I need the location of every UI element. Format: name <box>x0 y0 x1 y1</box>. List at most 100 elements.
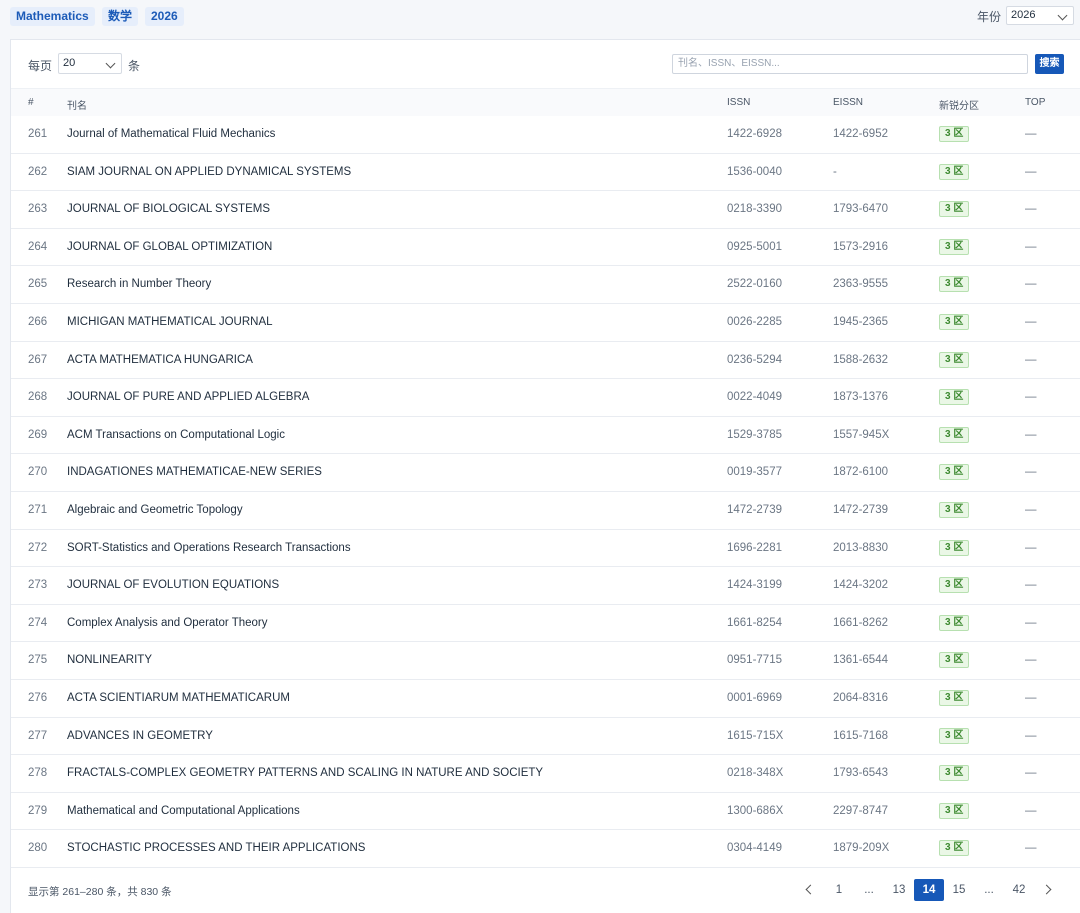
journal-title[interactable]: SORT-Statistics and Operations Research … <box>67 542 351 554</box>
table-header: # 刊名 ISSN EISSN 新锐分区 TOP <box>11 88 1080 116</box>
col-header-issn[interactable]: ISSN <box>727 97 750 108</box>
table-row[interactable]: 267 ACTA MATHEMATICA HUNGARICA 0236-5294 15… <box>11 342 1080 380</box>
eissn-cell: 1945-2365 <box>833 316 888 328</box>
pagination-summary: 显示第 261–280 条，共 830 条 <box>28 886 172 898</box>
issn-cell: 0022-4049 <box>727 391 782 404</box>
journal-title[interactable]: JOURNAL OF PURE AND APPLIED ALGEBRA <box>67 391 309 403</box>
per-page-select[interactable]: 20 <box>58 53 122 74</box>
tag-subject-zh[interactable]: 数学 <box>102 7 139 26</box>
table-row[interactable]: 262 SIAM JOURNAL ON APPLIED DYNAMICAL SYS… <box>11 154 1080 192</box>
page-14-current[interactable]: 14 <box>914 879 944 901</box>
table-row[interactable]: 272 SORT-Statistics and Operations Resear… <box>11 530 1080 568</box>
row-number: 278 <box>28 767 48 780</box>
col-header-zone[interactable]: 新锐分区 <box>939 97 979 112</box>
table-row[interactable]: 261 Journal of Mathematical Fluid Mechani… <box>11 116 1080 154</box>
table-row[interactable]: 275 NONLINEARITY 0951-7715 1361-6544 3 区 — <box>11 642 1080 680</box>
journal-title[interactable]: JOURNAL OF GLOBAL OPTIMIZATION <box>67 241 272 253</box>
journal-title[interactable]: ADVANCES IN GEOMETRY <box>67 730 213 742</box>
journal-title[interactable]: JOURNAL OF BIOLOGICAL SYSTEMS <box>67 203 270 215</box>
table-row[interactable]: 271 Algebraic and Geometric Topology 1472-… <box>11 492 1080 530</box>
journal-title[interactable]: ACM Transactions on Computational Logic <box>67 429 285 441</box>
journal-title[interactable]: Mathematical and Computational Applicati… <box>67 805 300 817</box>
journal-title[interactable]: STOCHASTIC PROCESSES AND THEIR APPLICATI… <box>67 842 365 854</box>
eissn-cell: - <box>833 165 837 178</box>
issn-cell: 1300-686X <box>727 804 784 817</box>
per-page-suffix: 条 <box>128 59 141 73</box>
table-row[interactable]: 279 Mathematical and Computational Applic… <box>11 793 1080 831</box>
zone-badge: 3 区 <box>939 314 970 330</box>
journal-title[interactable]: MICHIGAN MATHEMATICAL JOURNAL <box>67 316 273 328</box>
table-row[interactable]: 278 FRACTALS-COMPLEX GEOMETRY PATTERNS AN… <box>11 755 1080 793</box>
row-number: 275 <box>28 654 48 667</box>
journal-title[interactable]: Algebraic and Geometric Topology <box>67 504 243 516</box>
col-header-top[interactable]: TOP <box>1025 97 1045 108</box>
zone-badge: 3 区 <box>939 840 970 857</box>
row-number: 261 <box>28 128 48 140</box>
top-cell: — <box>1025 654 1037 667</box>
page-ellipsis-left[interactable]: ... <box>858 879 880 901</box>
zone-badge: 3 区 <box>939 464 970 481</box>
page-ellipsis-right[interactable]: ... <box>978 879 1000 901</box>
page-13[interactable]: 13 <box>888 879 910 901</box>
journal-title[interactable]: Journal of Mathematical Fluid Mechanics <box>67 128 275 140</box>
issn-cell: 1661-8254 <box>727 616 782 629</box>
page-15[interactable]: 15 <box>948 879 970 901</box>
row-number: 264 <box>28 240 48 253</box>
journal-title[interactable]: INDAGATIONES MATHEMATICAE-NEW SERIES <box>67 466 322 478</box>
table-row[interactable]: 266 MICHIGAN MATHEMATICAL JOURNAL 0026-228… <box>11 304 1080 342</box>
eissn-cell: 1872-6100 <box>833 466 888 479</box>
zone-badge: 3 区 <box>939 426 970 443</box>
table-row[interactable]: 274 Complex Analysis and Operator Theory 1… <box>11 605 1080 643</box>
zone-badge: 3 区 <box>939 539 970 556</box>
journal-title[interactable]: ACTA SCIENTIARUM MATHEMATICARUM <box>67 692 290 704</box>
col-header-eissn[interactable]: EISSN <box>833 97 863 108</box>
issn-cell: 1529-3785 <box>727 428 782 441</box>
issn-cell: 1472-2739 <box>727 504 782 516</box>
journal-title[interactable]: Research in Number Theory <box>67 278 211 290</box>
table-row[interactable]: 269 ACM Transactions on Computational Log… <box>11 417 1080 455</box>
table-row[interactable]: 263 JOURNAL OF BIOLOGICAL SYSTEMS 0218-339… <box>11 191 1080 229</box>
journal-title[interactable]: Complex Analysis and Operator Theory <box>67 617 268 629</box>
journal-title[interactable]: SIAM JOURNAL ON APPLIED DYNAMICAL SYSTEM… <box>67 166 351 178</box>
table-row[interactable]: 265 Research in Number Theory 2522-0160 236… <box>11 266 1080 304</box>
chevron-down-icon <box>1057 10 1068 21</box>
zone-badge: 3 区 <box>939 238 970 255</box>
eissn-cell: 1879-209X <box>833 842 890 855</box>
zone-badge: 3 区 <box>939 690 970 706</box>
search-input[interactable]: 刊名、ISSN、EISSN... <box>672 54 1028 74</box>
tag-year[interactable]: 2026 <box>145 7 184 26</box>
journal-title[interactable]: NONLINEARITY <box>67 654 152 666</box>
year-select[interactable]: 2026 <box>1006 6 1074 25</box>
table-row[interactable]: 276 ACTA SCIENTIARUM MATHEMATICARUM 0001-6… <box>11 680 1080 718</box>
table-row[interactable]: 277 ADVANCES IN GEOMETRY 1615-715X 1615-716… <box>11 718 1080 756</box>
page-42[interactable]: 42 <box>1008 879 1030 901</box>
zone-badge: 3 区 <box>939 802 970 819</box>
zone-badge: 3 区 <box>939 765 970 782</box>
top-cell: — <box>1025 729 1037 742</box>
next-page-icon[interactable] <box>1041 884 1052 895</box>
eissn-cell: 2013-8830 <box>833 541 888 554</box>
issn-cell: 0951-7715 <box>727 654 782 667</box>
top-cell: — <box>1025 165 1037 178</box>
row-number: 265 <box>28 278 48 291</box>
search-button[interactable]: 搜索 <box>1035 54 1064 74</box>
eissn-cell: 2297-8747 <box>833 804 888 817</box>
issn-cell: 1536-0040 <box>727 165 782 178</box>
table-row[interactable]: 280 STOCHASTIC PROCESSES AND THEIR APPLIC… <box>11 830 1080 868</box>
journal-title[interactable]: JOURNAL OF EVOLUTION EQUATIONS <box>67 579 279 591</box>
issn-cell: 1615-715X <box>727 729 784 742</box>
table-row[interactable]: 264 JOURNAL OF GLOBAL OPTIMIZATION 0925-50… <box>11 229 1080 267</box>
prev-page-icon[interactable] <box>805 884 816 895</box>
journal-title[interactable]: FRACTALS-COMPLEX GEOMETRY PATTERNS AND S… <box>67 767 543 779</box>
tag-subject-en[interactable]: Mathematics <box>10 7 95 26</box>
col-header-title[interactable]: 刊名 <box>67 97 87 112</box>
journal-title[interactable]: ACTA MATHEMATICA HUNGARICA <box>67 354 253 366</box>
top-cell: — <box>1025 203 1037 216</box>
year-select-value: 2026 <box>1011 9 1036 21</box>
table-row[interactable]: 270 INDAGATIONES MATHEMATICAE-NEW SERIES 0… <box>11 454 1080 492</box>
row-number: 272 <box>28 541 48 554</box>
page-1[interactable]: 1 <box>828 879 850 901</box>
table-row[interactable]: 273 JOURNAL OF EVOLUTION EQUATIONS 1424-31… <box>11 567 1080 605</box>
table-row[interactable]: 268 JOURNAL OF PURE AND APPLIED ALGEBRA 00… <box>11 379 1080 417</box>
top-cell: — <box>1025 767 1037 780</box>
